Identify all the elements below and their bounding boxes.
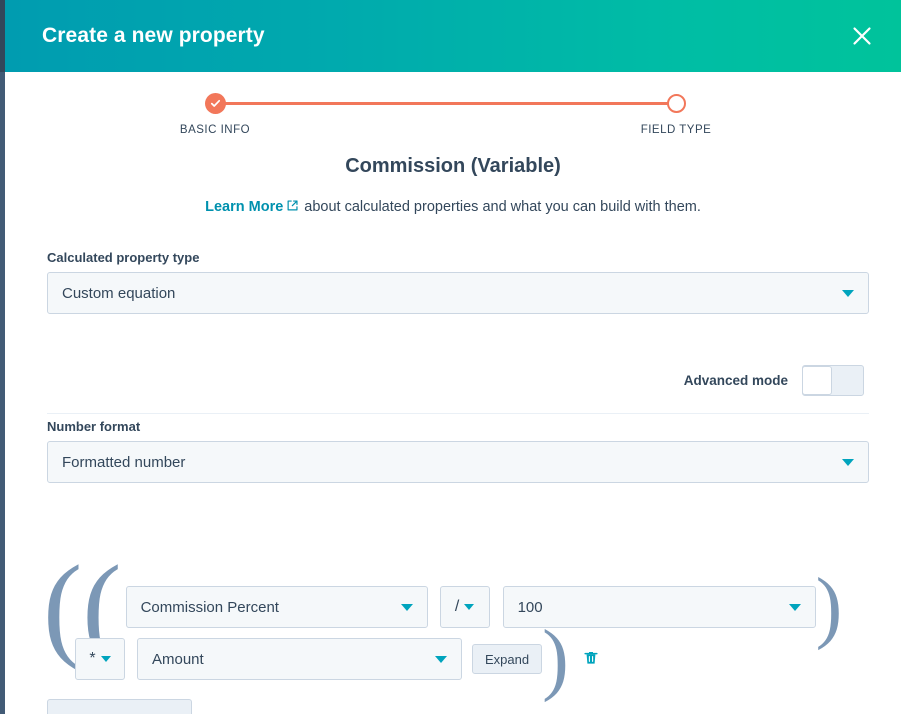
add-to-equation-button[interactable]: Add to equation [47,699,192,714]
learn-more-description: about calculated properties and what you… [304,199,701,215]
number-format-field: Number format Formatted number [47,419,869,483]
external-link-icon [286,199,299,216]
equation-operand-value-1: Commission Percent [141,599,401,616]
number-format-select[interactable]: Formatted number [47,441,869,483]
advanced-mode-row: Advanced mode [684,365,864,396]
page-left-edge-lower [0,72,5,714]
create-property-modal: Create a new property [0,0,901,714]
equation-operand-value-2: 100 [518,599,789,616]
stepper-step-field-type[interactable]: FIELD TYPE [611,92,741,136]
step-current-dot [667,94,686,113]
calculated-property-type-value: Custom equation [62,285,842,302]
learn-more-link[interactable]: Learn More [205,199,283,215]
step-complete-dot [205,93,226,114]
modal-body: BASIC INFO FIELD TYPE Commission (Variab… [5,72,901,714]
number-format-value: Formatted number [62,454,842,471]
advanced-mode-toggle[interactable] [802,365,864,396]
stepper-dot-wrap [150,92,280,115]
section-divider-1 [47,413,869,414]
equation-operator-value-2: * [89,650,95,668]
stepper-dot-wrap [611,92,741,115]
equation-operand-select-1[interactable]: Commission Percent [126,586,428,628]
chevron-down-icon [842,290,854,297]
close-button[interactable] [845,19,879,53]
trash-icon [582,649,600,670]
equation-builder: ( ( Commission Percent / 100 ) [43,584,873,682]
number-format-label: Number format [47,419,869,434]
chevron-down-icon [401,604,413,611]
close-paren-outer: ) [542,628,569,690]
chevron-down-icon [101,656,111,662]
calculated-property-type-label: Calculated property type [47,250,869,265]
close-icon [851,25,873,47]
equation-operand-select-3[interactable]: Amount [137,638,462,680]
equation-operator-select-2[interactable]: * [75,638,125,680]
chevron-down-icon [435,656,447,663]
equation-operand-value-3: Amount [152,651,435,668]
learn-more-line: Learn More about calculated properties a… [5,199,901,216]
stepper-label-basic-info: BASIC INFO [150,124,280,136]
stepper-step-basic-info[interactable]: BASIC INFO [150,92,280,136]
stepper-track [215,102,676,105]
expand-button[interactable]: Expand [472,644,542,674]
modal-header: Create a new property [5,0,901,72]
delete-equation-row-button[interactable] [579,647,603,671]
stepper-label-field-type: FIELD TYPE [611,124,741,136]
equation-operator-value-1: / [455,598,459,616]
property-title: Commission (Variable) [5,155,901,178]
advanced-mode-label: Advanced mode [684,373,788,388]
close-paren-inner: ) [816,576,843,638]
modal-title: Create a new property [42,24,265,48]
toggle-knob [802,366,832,395]
chevron-down-icon [789,604,801,611]
equation-operator-select-1[interactable]: / [440,586,490,628]
calculated-property-type-select[interactable]: Custom equation [47,272,869,314]
chevron-down-icon [464,604,474,610]
equation-row-2: * Amount Expand ) [43,636,873,682]
calculated-property-type-field: Calculated property type Custom equation [47,250,869,314]
equation-row-1: ( ( Commission Percent / 100 ) [43,584,873,630]
check-icon [210,98,221,109]
chevron-down-icon [842,459,854,466]
